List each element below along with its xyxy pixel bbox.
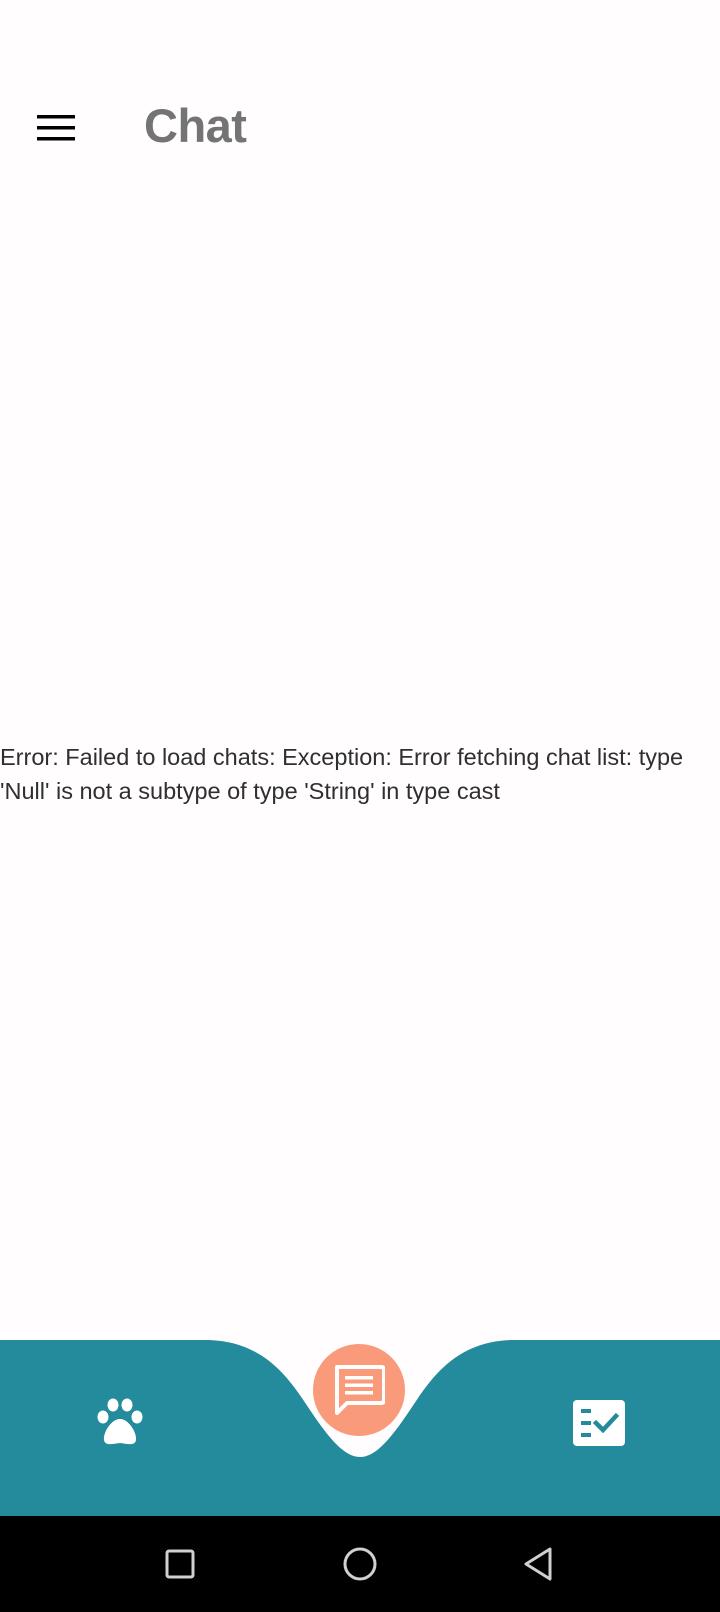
recent-apps-icon [165, 1549, 195, 1579]
home-icon [343, 1547, 377, 1581]
page-title: Chat [144, 99, 247, 152]
recent-apps-button[interactable] [152, 1536, 208, 1592]
hamburger-menu-icon [37, 115, 75, 141]
back-icon [524, 1547, 552, 1581]
nav-item-pets[interactable] [88, 1390, 152, 1454]
task-checklist-icon [573, 1400, 625, 1446]
paw-icon [97, 1398, 143, 1445]
app-bar: Chat [0, 0, 720, 200]
chat-fab-button[interactable] [313, 1344, 405, 1436]
nav-item-tasks[interactable] [566, 1390, 632, 1456]
menu-button[interactable] [24, 96, 88, 160]
chat-icon [335, 1365, 385, 1415]
system-navigation-bar [0, 1516, 720, 1612]
error-message: Error: Failed to load chats: Exception: … [0, 744, 684, 804]
home-button[interactable] [332, 1536, 388, 1592]
back-button[interactable] [510, 1536, 566, 1592]
